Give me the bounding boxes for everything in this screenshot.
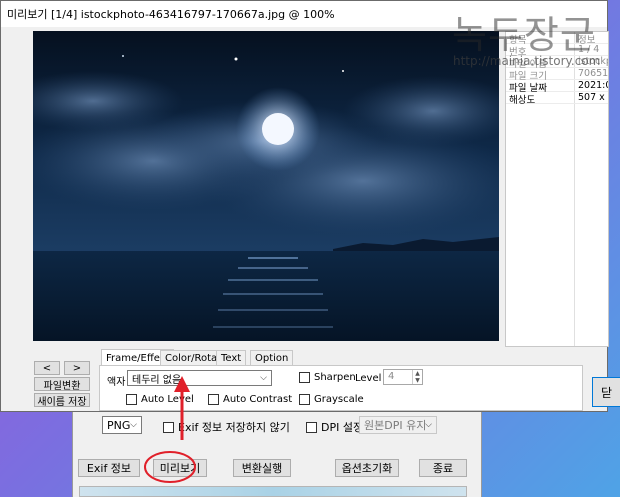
auto-level-checkbox-box[interactable] [126,394,137,405]
level-spinner[interactable]: 4 ▲ ▼ [383,369,423,385]
grayscale-checkbox[interactable]: Grayscale [299,394,364,405]
convert-file-button[interactable]: 파일변환 [34,377,90,392]
save-as-button[interactable]: 새이름 저장 [34,393,90,408]
dpi-select[interactable]: 원본DPI 유지 ⌵ [359,416,437,434]
info-value: 70651 bytes [578,68,609,79]
info-row: 파일 크기 70651 bytes [506,68,609,82]
grayscale-checkbox-box[interactable] [299,394,310,405]
info-row: 파일 날짜 2021:03:01 [506,80,608,94]
tab-option[interactable]: Option [250,350,294,365]
format-select-value: PNG [107,418,131,432]
reset-options-button[interactable]: 옵션초기화 [335,459,399,477]
frame-select[interactable]: 테두리 없음 ⌵ [127,370,272,386]
format-select[interactable]: PNG ⌵ [102,416,142,434]
info-key: 해상도 [509,95,536,106]
window-title-text: 미리보기 [1/4] istockphoto-463416797-170667a… [7,8,335,21]
auto-level-checkbox[interactable]: Auto Level [126,394,194,405]
sharpen-label: Sharpen [314,372,356,383]
info-value: 507 x 338 [578,92,608,103]
sharpen-checkbox[interactable]: Sharpen [299,372,356,383]
main-window: PNG ⌵ Exif 정보 저장하지 않기 DPI 설정 원본DPI 유지 ⌵ … [72,400,482,497]
tab-text[interactable]: Text [216,350,247,365]
dpi-checkbox[interactable]: DPI 설정 [306,419,363,435]
info-value: 2021:03:01 [578,80,608,91]
level-value: 4 [388,371,395,382]
chevron-down-icon: ⌵ [130,420,137,430]
watermark-url: http://mainia.tistory.com [453,54,601,68]
auto-contrast-checkbox[interactable]: Auto Contrast [208,394,292,405]
spinner-arrows-icon[interactable]: ▲ ▼ [412,370,422,384]
exif-checkbox-box[interactable] [163,421,174,433]
chevron-down-icon: ⌵ [425,420,432,430]
tab-content: 액자 테두리 없음 ⌵ Sharpen Level : 4 ▲ ▼ Auto Le… [99,365,583,411]
frame-select-value: 테두리 없음 [132,374,182,386]
grayscale-label: Grayscale [314,394,364,405]
convert-button[interactable]: 변환실행 [233,459,291,477]
dpi-checkbox-box[interactable] [306,421,317,433]
next-button[interactable]: > [64,361,90,375]
auto-contrast-checkbox-box[interactable] [208,394,219,405]
dpi-checkbox-label: DPI 설정 [321,421,364,434]
frame-label: 액자 [107,377,126,388]
info-row: 해상도 507 x 338 [506,92,608,106]
preview-image [33,31,499,341]
exit-button[interactable]: 종료 [419,459,467,477]
sharpen-checkbox-box[interactable] [299,372,310,383]
auto-level-label: Auto Level [141,394,194,405]
preview-button[interactable]: 미리보기 [153,459,207,477]
exif-checkbox-label: Exif 정보 저장하지 않기 [178,421,290,434]
watermark-title: 녹두장군 [452,13,596,57]
file-info-panel: 항목 정보 번호 1 / 4 파일 이름 istockphoto 파일 크기 7… [505,31,609,347]
night-sky-image [33,31,499,341]
options-panel: < > 파일변환 새이름 저장 Frame/Effect Color/Rotat… [1,346,607,412]
exif-checkbox[interactable]: Exif 정보 저장하지 않기 [163,419,290,435]
dpi-select-value: 원본DPI 유지 [364,419,427,432]
chevron-down-icon: ⌵ [260,373,267,383]
thumbnail-strip [79,486,467,497]
exif-info-button[interactable]: Exif 정보 [78,459,140,477]
close-button-partial[interactable]: 닫 [592,377,620,407]
prev-button[interactable]: < [34,361,60,375]
auto-contrast-label: Auto Contrast [223,394,293,405]
